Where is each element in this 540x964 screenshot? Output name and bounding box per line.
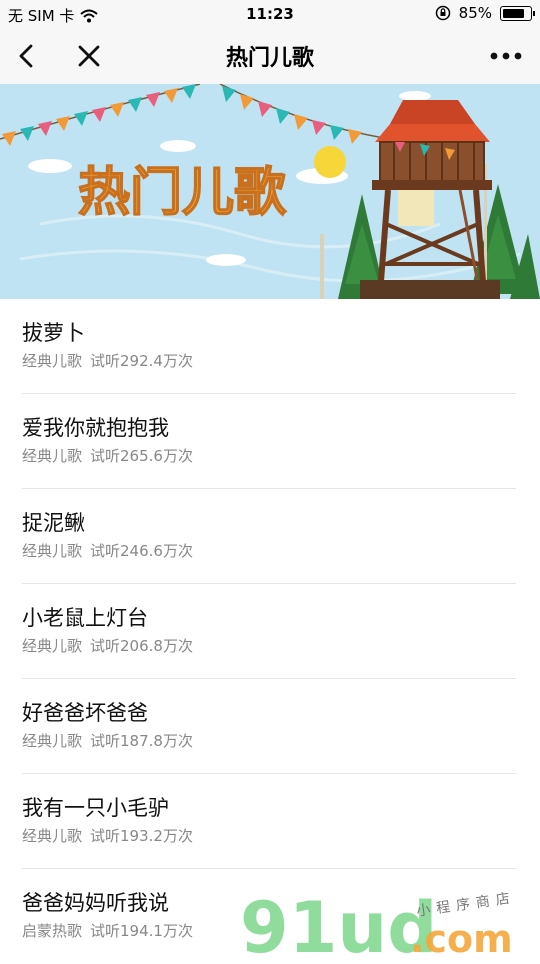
song-meta: 经典儿歌 试听206.8万次	[22, 635, 193, 656]
banner[interactable]: 热门儿歌	[0, 84, 540, 299]
more-button[interactable]	[486, 39, 526, 73]
song-plays: 试听265.6万次	[90, 447, 193, 465]
song-list: 拔萝卜 经典儿歌 试听292.4万次 爱我你就抱抱我 经典儿歌 试听265.6万次 …	[0, 299, 540, 964]
song-meta: 经典儿歌 试听265.6万次	[22, 445, 193, 466]
watermark-logo: 91ud .com 小程序商店	[240, 887, 517, 964]
song-category: 经典儿歌	[22, 827, 83, 845]
banner-illustration: 热门儿歌	[0, 84, 540, 299]
battery-percent: 85%	[458, 4, 492, 22]
status-bar: 无 SIM 卡 11:23 85%	[0, 0, 540, 28]
song-meta: 经典儿歌 试听292.4万次	[22, 350, 193, 371]
song-meta: 经典儿歌 试听193.2万次	[22, 825, 193, 846]
song-title: 我有一只小毛驴	[22, 796, 169, 820]
banner-title: 热门儿歌	[78, 163, 287, 223]
song-plays: 试听246.6万次	[90, 542, 193, 560]
song-title: 拔萝卜	[22, 321, 85, 345]
watermark-logo-text: 91ud	[240, 887, 437, 960]
list-item[interactable]: 爱我你就抱抱我 经典儿歌 试听265.6万次	[0, 394, 540, 489]
orientation-lock-icon	[435, 5, 450, 21]
nav-bar: 热门儿歌	[0, 28, 540, 85]
song-category: 经典儿歌	[22, 637, 83, 655]
list-item[interactable]: 小老鼠上灯台 经典儿歌 试听206.8万次	[0, 584, 540, 679]
song-category: 经典儿歌	[22, 732, 83, 750]
song-category: 经典儿歌	[22, 352, 83, 370]
list-item[interactable]: 拔萝卜 经典儿歌 试听292.4万次	[0, 299, 540, 394]
song-category: 启蒙热歌	[22, 922, 83, 940]
battery-icon	[500, 5, 535, 21]
list-item[interactable]: 我有一只小毛驴 经典儿歌 试听193.2万次	[0, 774, 540, 869]
song-plays: 试听194.1万次	[90, 922, 193, 940]
sun-icon	[314, 146, 346, 178]
song-category: 经典儿歌	[22, 447, 83, 465]
song-plays: 试听206.8万次	[90, 637, 193, 655]
song-meta: 经典儿歌 试听246.6万次	[22, 540, 193, 561]
song-title: 爱我你就抱抱我	[22, 416, 169, 440]
song-plays: 试听292.4万次	[90, 352, 193, 370]
status-right: 85%	[435, 4, 535, 22]
song-title: 好爸爸坏爸爸	[22, 701, 148, 725]
song-title: 爸爸妈妈听我说	[22, 891, 169, 915]
watermark: 91ud .com 小程序商店	[238, 880, 538, 964]
list-item[interactable]: 好爸爸坏爸爸 经典儿歌 试听187.8万次	[0, 679, 540, 774]
song-title: 小老鼠上灯台	[22, 606, 148, 630]
song-plays: 试听187.8万次	[90, 732, 193, 750]
watermark-domain: .com	[410, 917, 513, 960]
song-category: 经典儿歌	[22, 542, 83, 560]
song-title: 捉泥鳅	[22, 511, 85, 535]
song-plays: 试听193.2万次	[90, 827, 193, 845]
song-meta: 启蒙热歌 试听194.1万次	[22, 920, 193, 941]
song-meta: 经典儿歌 试听187.8万次	[22, 730, 193, 751]
more-icon	[490, 52, 522, 60]
list-item[interactable]: 捉泥鳅 经典儿歌 试听246.6万次	[0, 489, 540, 584]
page-title: 热门儿歌	[225, 46, 314, 71]
